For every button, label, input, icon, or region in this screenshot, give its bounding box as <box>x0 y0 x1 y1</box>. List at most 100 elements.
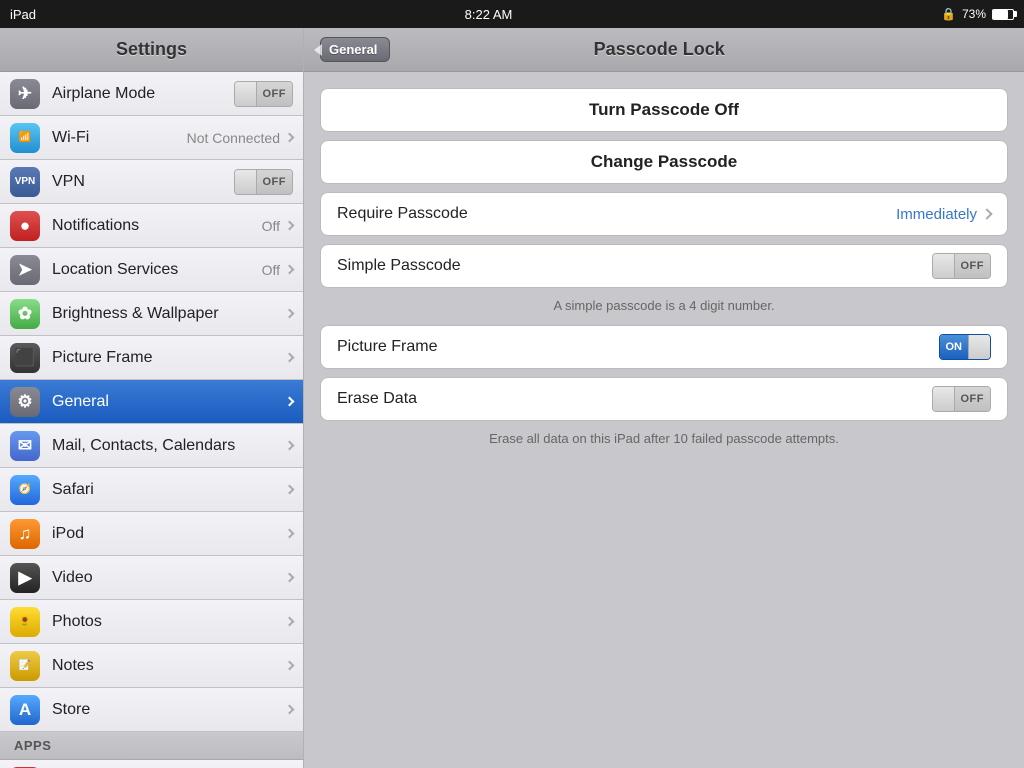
vpn-label: VPN <box>52 173 234 191</box>
vpn-toggle[interactable]: OFF <box>234 169 294 195</box>
sidebar-item-notifications[interactable]: ●NotificationsOff <box>0 204 303 248</box>
vpn-icon: VPN <box>10 167 40 197</box>
device-name: iPad <box>10 7 36 22</box>
wifi-icon: 📶 <box>10 123 40 153</box>
sidebar-item-video[interactable]: ▶ Video <box>0 556 303 600</box>
battery-percent: 73% <box>962 7 986 21</box>
toggle-off-label: OFF <box>955 254 991 278</box>
ipod-chevron <box>285 529 295 539</box>
change-passcode-label: Change Passcode <box>337 152 991 172</box>
sidebar-header: Settings <box>0 28 303 72</box>
erase-data-hint: Erase all data on this iPad after 10 fai… <box>320 425 1008 458</box>
notes-chevron <box>285 661 295 671</box>
location-services-chevron <box>285 265 295 275</box>
notifications-icon: ● <box>10 211 40 241</box>
safari-label: Safari <box>52 481 286 499</box>
main-layout: Settings ✈Airplane ModeOFF📶Wi-FiNot Conn… <box>0 28 1024 768</box>
sidebar-item-brightness-wallpaper[interactable]: ✿ Brightness & Wallpaper <box>0 292 303 336</box>
general-chevron <box>285 397 295 407</box>
time: 8:22 AM <box>465 7 513 22</box>
wifi-label: Wi-Fi <box>52 129 187 147</box>
picture-frame-icon: ⬛ <box>10 343 40 373</box>
apps-section-label: Apps <box>14 738 51 753</box>
toggle-knob <box>933 387 955 411</box>
general-icon: ⚙ <box>10 387 40 417</box>
sidebar-item-store[interactable]: A Store <box>0 688 303 732</box>
require-passcode-label: Require Passcode <box>337 205 896 223</box>
picture-frame-chevron <box>285 353 295 363</box>
mail-contacts-label: Mail, Contacts, Calendars <box>52 437 286 455</box>
sidebar-apps-container: GGoodReader <box>0 760 303 768</box>
mail-contacts-chevron <box>285 441 295 451</box>
change-passcode-row[interactable]: Change Passcode <box>320 140 1008 184</box>
require-passcode-chevron <box>981 208 992 219</box>
brightness-wallpaper-label: Brightness & Wallpaper <box>52 305 286 323</box>
location-services-icon: ➤ <box>10 255 40 285</box>
sidebar-item-notes[interactable]: 📝 Notes <box>0 644 303 688</box>
notifications-chevron <box>285 221 295 231</box>
brightness-wallpaper-chevron <box>285 309 295 319</box>
toggle-knob <box>933 254 955 278</box>
store-label: Store <box>52 701 286 719</box>
status-bar-right: 🔒 73% <box>941 7 1014 21</box>
location-services-label: Location Services <box>52 261 262 279</box>
picture-frame-label: Picture Frame <box>337 338 939 356</box>
general-label: General <box>52 393 286 411</box>
content-body: Turn Passcode Off Change Passcode Require… <box>304 72 1024 768</box>
simple-passcode-toggle[interactable]: OFF <box>932 253 992 279</box>
photos-icon: 🌻 <box>10 607 40 637</box>
turn-passcode-off-label: Turn Passcode Off <box>337 100 991 120</box>
airplane-mode-label: Airplane Mode <box>52 85 234 103</box>
erase-data-row[interactable]: Erase Data OFF <box>320 377 1008 421</box>
picture-frame-label: Picture Frame <box>52 349 286 367</box>
sidebar-item-general[interactable]: ⚙ General <box>0 380 303 424</box>
sidebar-items-container: ✈Airplane ModeOFF📶Wi-FiNot ConnectedVPNV… <box>0 72 303 732</box>
picture-frame-toggle[interactable]: ON <box>939 334 992 360</box>
airplane-mode-toggle[interactable]: OFF <box>234 81 294 107</box>
simple-passcode-row[interactable]: Simple Passcode OFF <box>320 244 1008 288</box>
picture-frame-row[interactable]: Picture FrameON <box>320 325 1008 369</box>
status-bar: iPad 8:22 AM 🔒 73% <box>0 0 1024 28</box>
back-button[interactable]: General <box>320 37 390 62</box>
airplane-mode-icon: ✈ <box>10 79 40 109</box>
erase-data-label: Erase Data <box>337 390 932 408</box>
sidebar-title: Settings <box>116 39 187 60</box>
notes-icon: 📝 <box>10 651 40 681</box>
erase-data-toggle[interactable]: OFF <box>932 386 992 412</box>
brightness-wallpaper-icon: ✿ <box>10 299 40 329</box>
require-passcode-value: Immediately <box>896 206 977 223</box>
location-services-value: Off <box>262 262 280 278</box>
sidebar-item-picture-frame[interactable]: ⬛ Picture Frame <box>0 336 303 380</box>
sidebar-item-photos[interactable]: 🌻Photos <box>0 600 303 644</box>
turn-passcode-off-row[interactable]: Turn Passcode Off <box>320 88 1008 132</box>
lock-icon: 🔒 <box>941 7 956 21</box>
sidebar-item-location-services[interactable]: ➤ Location ServicesOff <box>0 248 303 292</box>
video-label: Video <box>52 569 286 587</box>
simple-passcode-hint: A simple passcode is a 4 digit number. <box>320 292 1008 325</box>
photos-chevron <box>285 617 295 627</box>
sidebar: Settings ✈Airplane ModeOFF📶Wi-FiNot Conn… <box>0 28 304 768</box>
sidebar-item-vpn[interactable]: VPNVPNOFF <box>0 160 303 204</box>
safari-icon: 🧭 <box>10 475 40 505</box>
sidebar-item-airplane-mode[interactable]: ✈ Airplane ModeOFF <box>0 72 303 116</box>
toggle-off-label: OFF <box>955 387 991 411</box>
toggle-on-label: ON <box>940 335 969 359</box>
store-chevron <box>285 705 295 715</box>
sidebar-item-wifi[interactable]: 📶Wi-FiNot Connected <box>0 116 303 160</box>
sidebar-item-goodreader[interactable]: GGoodReader <box>0 760 303 768</box>
ipod-icon: ♫ <box>10 519 40 549</box>
notifications-label: Notifications <box>52 217 262 235</box>
apps-section-header: Apps <box>0 732 303 760</box>
require-passcode-row[interactable]: Require Passcode Immediately <box>320 192 1008 236</box>
notes-label: Notes <box>52 657 286 675</box>
sidebar-item-safari[interactable]: 🧭 Safari <box>0 468 303 512</box>
content-area: General Passcode Lock Turn Passcode Off C… <box>304 28 1024 768</box>
safari-chevron <box>285 485 295 495</box>
video-icon: ▶ <box>10 563 40 593</box>
sidebar-item-mail-contacts[interactable]: ✉Mail, Contacts, Calendars <box>0 424 303 468</box>
store-icon: A <box>10 695 40 725</box>
content-header: General Passcode Lock <box>304 28 1024 72</box>
content-title: Passcode Lock <box>402 39 916 60</box>
sidebar-item-ipod[interactable]: ♫iPod <box>0 512 303 556</box>
simple-passcode-label: Simple Passcode <box>337 257 932 275</box>
